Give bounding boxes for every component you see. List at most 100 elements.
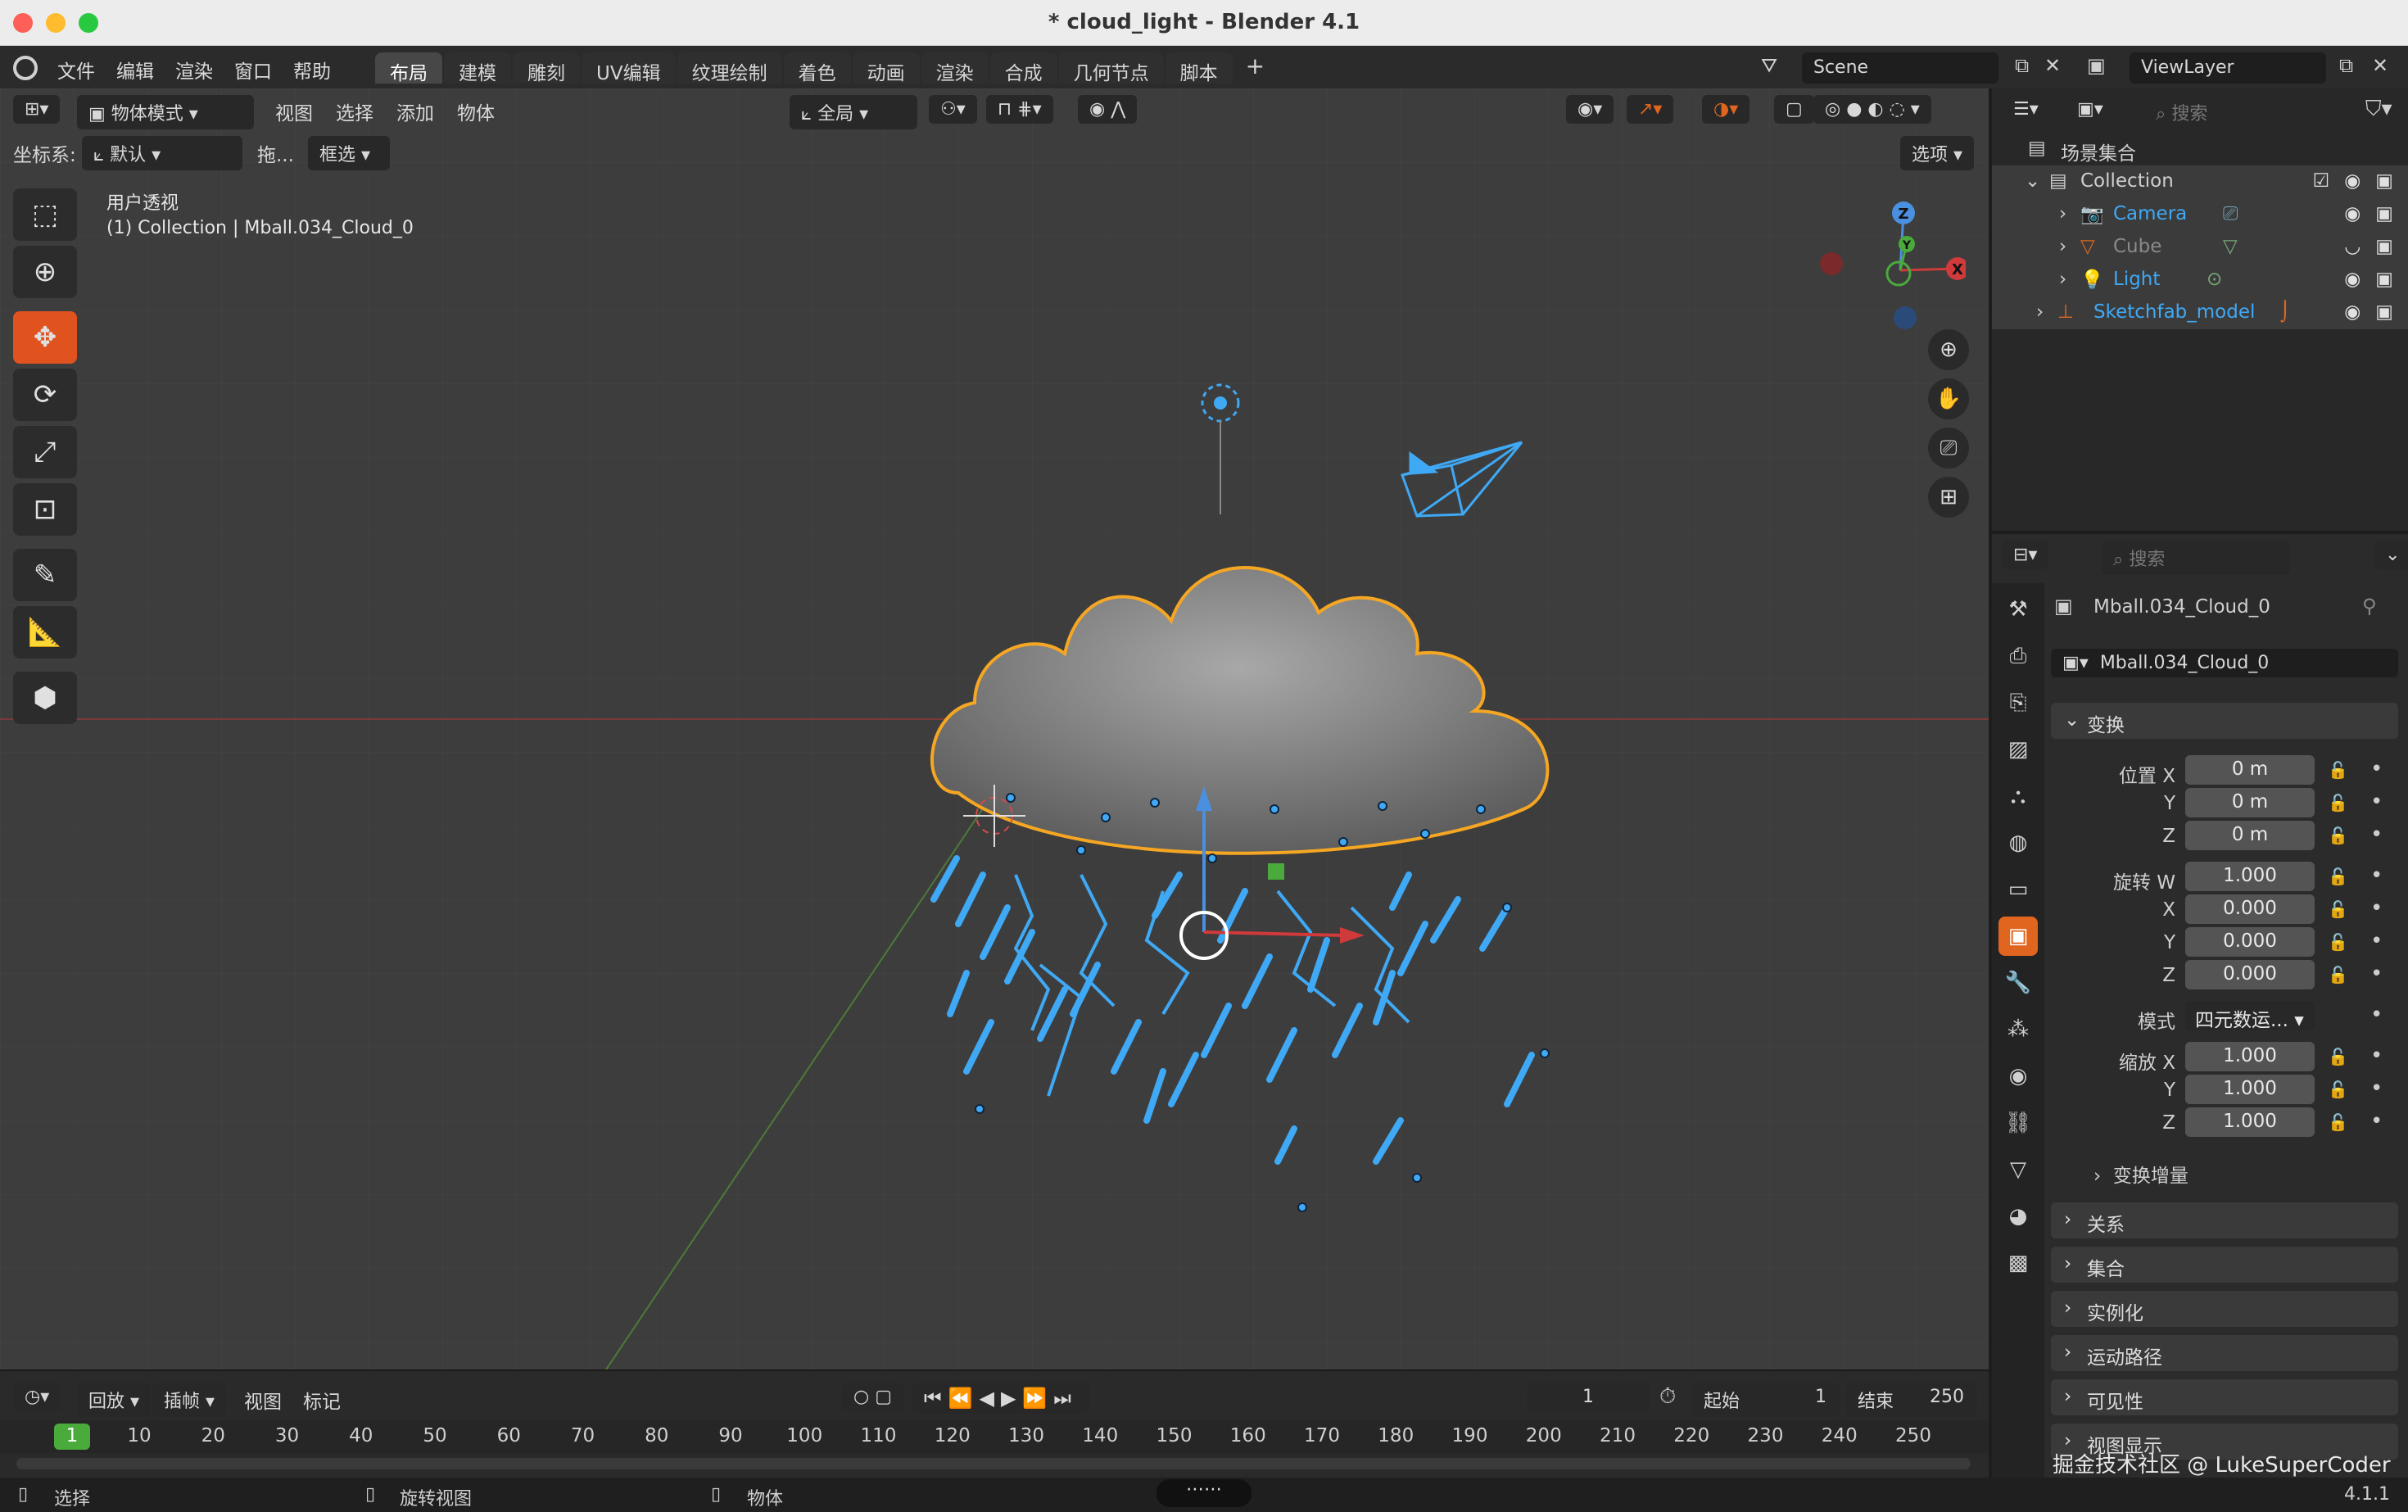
keyframe-dot-icon[interactable]: • [2370, 863, 2383, 888]
exclude-checkbox-icon[interactable]: ☑ [2313, 170, 2330, 192]
delta-transform-subpanel[interactable]: › 变换增量 [2093, 1160, 2188, 1188]
lock-icon[interactable]: 🔓 [2328, 965, 2348, 985]
outliner-collection[interactable]: ⌄ ▤ Collection ☑ ◉ ▣ [1992, 165, 2408, 198]
modifier-tab-icon[interactable]: 🔧 [1998, 963, 2038, 1003]
outliner-item-camera[interactable]: › 📷 Camera ⎚ ◉ ▣ [1992, 198, 2408, 231]
outliner-search-input[interactable]: ⌕ 搜索 [2144, 95, 2334, 129]
tab-geometry-nodes[interactable]: 几何节点 [1058, 52, 1164, 84]
rotation-y-field[interactable]: 0.000 [2185, 927, 2315, 957]
menu-window[interactable]: 窗口 [234, 56, 272, 84]
render-camera-icon[interactable]: ▣ [2375, 269, 2393, 290]
add-cube-tool-icon[interactable]: ⬢ [13, 672, 77, 724]
rotation-x-field[interactable]: 0.000 [2185, 894, 2315, 924]
xray-toggle-icon[interactable]: ▢ [1774, 95, 1814, 124]
camera-view-icon[interactable]: ⎚ [1928, 428, 1969, 469]
data-tab-icon[interactable]: ▽ [1998, 1150, 2038, 1189]
tab-rendering[interactable]: 渲染 [921, 52, 989, 84]
collections-panel-header[interactable]: › 集合 [2051, 1247, 2398, 1283]
tab-scripting[interactable]: 脚本 [1165, 52, 1233, 84]
outliner-scene-collection[interactable]: ▤ 场景集合 [1992, 133, 2408, 165]
lock-icon[interactable]: 🔓 [2328, 793, 2348, 813]
navigation-gizmo[interactable]: Z X Y [1802, 188, 1966, 352]
scale-z-field[interactable]: 1.000 [2185, 1107, 2315, 1137]
eye-icon[interactable]: ◉ [2344, 203, 2360, 224]
properties-editor-type-icon[interactable]: ⊟▾ [2002, 541, 2049, 569]
marker-menu[interactable]: 标记 [303, 1386, 341, 1414]
select-box-tool-icon[interactable]: ⬚ [13, 188, 77, 241]
keyframe-dot-icon[interactable]: • [2370, 962, 2383, 986]
visibility-panel-header[interactable]: › 可见性 [2051, 1379, 2398, 1415]
editor-type-icon[interactable]: ⊞▾ [13, 95, 61, 124]
menu-select[interactable]: 选择 [336, 97, 373, 125]
3d-viewport[interactable]: ⊞▾ ▣ 物体模式 ▾ 视图 选择 添加 物体 ⟀ 全局 ▾ ⚇▾ ⊓ ⋕▾ ◉… [0, 88, 1989, 1369]
keyframe-dot-icon[interactable]: • [2370, 896, 2383, 921]
menu-edit[interactable]: 编辑 [116, 56, 154, 84]
view-layer-selector[interactable]: ViewLayer [2130, 52, 2326, 84]
end-frame-field[interactable]: 结束 250 [1846, 1383, 1977, 1417]
new-view-layer-icon[interactable]: ⧉ [2339, 54, 2353, 77]
outliner-item-light[interactable]: › 💡 Light ⊙ ◉ ▣ [1992, 264, 2408, 297]
rotation-w-field[interactable]: 1.000 [2185, 862, 2315, 891]
start-frame-field[interactable]: 起始 1 [1692, 1383, 1840, 1417]
blender-logo-icon[interactable] [13, 56, 38, 80]
render-tab-icon[interactable]: ⎙ [1998, 636, 2038, 676]
eye-closed-icon[interactable]: ◡ [2344, 236, 2360, 257]
menu-render[interactable]: 渲染 [175, 56, 213, 84]
keyframe-dot-icon[interactable]: • [2370, 757, 2383, 781]
view-layer-tab-icon[interactable]: ▨ [1998, 730, 2038, 769]
output-tab-icon[interactable]: ⎘ [1998, 683, 2038, 722]
pin-icon[interactable]: ⚲ [2362, 595, 2377, 618]
scale-tool-icon[interactable]: ⤢ [13, 426, 77, 478]
timeline-view-menu[interactable]: 视图 [244, 1386, 282, 1414]
options-button[interactable]: 选项 ▾ [1900, 136, 1975, 170]
motion-paths-panel-header[interactable]: › 运动路径 [2051, 1335, 2398, 1371]
mode-selector[interactable]: ▣ 物体模式 ▾ [77, 95, 254, 129]
transform-panel-header[interactable]: ⌄ 变换 [2051, 703, 2398, 739]
playback-controls[interactable]: ⏮⏪◀▶⏩⏭ [912, 1383, 1089, 1414]
relations-panel-header[interactable]: › 关系 [2051, 1202, 2398, 1238]
keyframe-dot-icon[interactable]: • [2370, 929, 2383, 953]
chevron-right-icon[interactable]: › [2059, 203, 2066, 224]
tab-texture-paint[interactable]: 纹理绘制 [677, 52, 782, 84]
gizmo-toggle-icon[interactable]: ↗▾ [1627, 95, 1674, 124]
render-camera-icon[interactable]: ▣ [2375, 203, 2393, 224]
frame-ruler[interactable]: 1 10 20 30 40 50 60 70 80 90 100 110 120 130 140 150 16… [0, 1420, 1989, 1453]
tab-uv-editing[interactable]: UV编辑 [582, 52, 676, 84]
lock-icon[interactable]: 🔓 [2328, 760, 2348, 780]
tab-animation[interactable]: 动画 [852, 52, 920, 84]
tab-modeling[interactable]: 建模 [444, 52, 511, 84]
shading-modes[interactable]: ◎ ● ◐ ◌ ▾ [1813, 95, 1931, 124]
rotate-tool-icon[interactable]: ⟳ [13, 369, 77, 421]
pivot-point-icon[interactable]: ⚇▾ [929, 95, 977, 124]
add-workspace-icon[interactable]: + [1234, 52, 1276, 84]
tab-compositing[interactable]: 合成 [989, 52, 1057, 84]
material-tab-icon[interactable]: ◕ [1998, 1197, 2038, 1236]
timeline-scrollbar[interactable] [16, 1458, 1971, 1469]
menu-add[interactable]: 添加 [396, 97, 434, 125]
delete-view-layer-icon[interactable]: ✕ [2372, 54, 2388, 77]
menu-view[interactable]: 视图 [275, 97, 313, 125]
zoom-view-icon[interactable]: ⊕ [1928, 329, 1969, 370]
eye-icon[interactable]: ◉ [2344, 301, 2360, 323]
overlay-toggle-icon[interactable]: ◑▾ [1702, 95, 1750, 124]
filter-icon[interactable]: ⛉▾ [2365, 97, 2392, 122]
transform-orientation-selector[interactable]: ⟀ 全局 ▾ [790, 95, 917, 129]
lock-icon[interactable]: 🔓 [2328, 1080, 2348, 1099]
object-name-field[interactable]: ▣▾ Mball.034_Cloud_0 [2051, 649, 2398, 677]
lock-icon[interactable]: 🔓 [2328, 826, 2348, 845]
menu-object[interactable]: 物体 [457, 97, 495, 125]
coord-system-selector[interactable]: ⟀ 默认 ▾ [82, 136, 242, 170]
keyframe-dot-icon[interactable]: • [2370, 822, 2383, 847]
render-camera-icon[interactable]: ▣ [2375, 170, 2393, 192]
tool-tab-icon[interactable]: ⚒ [1998, 590, 2038, 629]
rotation-z-field[interactable]: 0.000 [2185, 960, 2315, 989]
scene-icon[interactable]: ⛛ [1761, 54, 1777, 77]
chevron-right-icon[interactable]: › [2059, 269, 2066, 290]
delete-scene-icon[interactable]: ✕ [2044, 54, 2061, 77]
current-frame-field[interactable]: 1 [1527, 1383, 1650, 1411]
outliner-editor-type-icon[interactable]: ☰▾ [2002, 95, 2050, 124]
render-camera-icon[interactable]: ▣ [2375, 301, 2393, 323]
scene-selector[interactable]: Scene [1802, 52, 1998, 84]
select-mode-selector[interactable]: 框选 ▾ [308, 136, 390, 170]
scale-x-field[interactable]: 1.000 [2185, 1042, 2315, 1071]
